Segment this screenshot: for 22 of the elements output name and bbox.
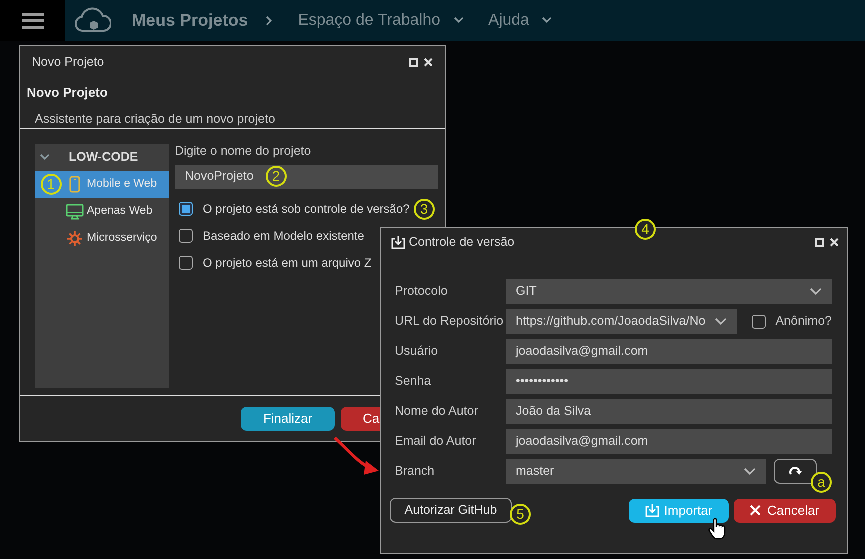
field-label: Usuário (395, 343, 440, 360)
checkbox-label: Anônimo? (776, 313, 832, 330)
window-title: Controle de versão (409, 234, 515, 251)
field-label: URL do Repositório (395, 313, 505, 330)
field-label: Branch (395, 463, 436, 480)
checkbox-label: Baseado em Modelo existente (203, 228, 364, 246)
callout-marker: 5 (510, 504, 531, 525)
callout-marker: 4 (635, 219, 656, 240)
field-label: Email do Autor (395, 433, 478, 450)
dialog-subtitle: Assistente para criação de um novo projeto (34, 110, 276, 128)
checkbox-label: O projeto está sob controle de versão? (203, 201, 410, 218)
callout-marker: 3 (414, 198, 435, 220)
field-label: Nome do Autor (395, 403, 480, 420)
callout-marker: 2 (266, 166, 287, 188)
window-title: Novo Projeto (32, 54, 104, 72)
callout-marker: a (811, 472, 832, 493)
field-label: Protocolo (395, 283, 449, 300)
checkbox-label: O projeto está em um arquivo Z (203, 255, 372, 272)
callout-marker: 1 (40, 174, 62, 195)
field-label: Senha (395, 373, 432, 390)
dialog-heading: Novo Projeto (27, 84, 109, 102)
field-label: Digite o nome do projeto (175, 143, 312, 160)
